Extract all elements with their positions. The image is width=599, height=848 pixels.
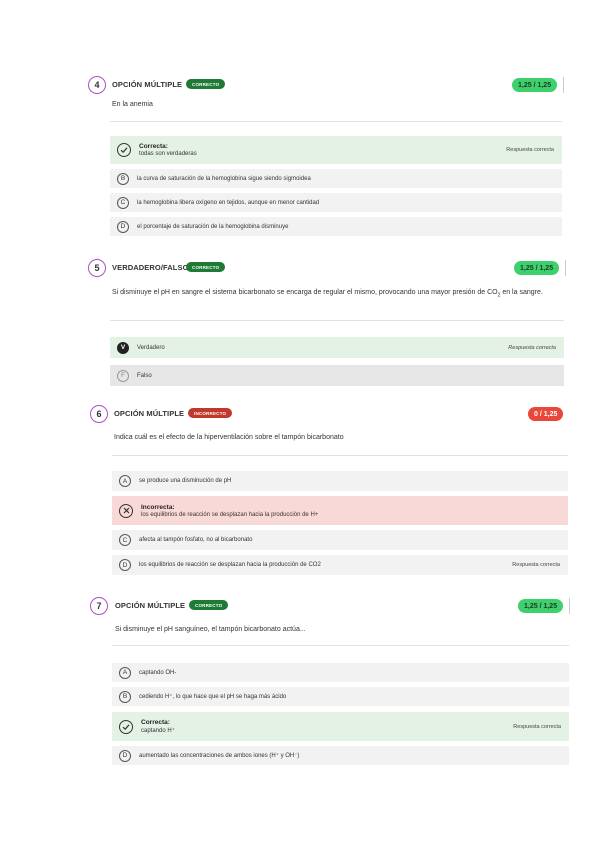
answer-option[interactable]: C la hemoglobina libera oxígeno en tejid… — [110, 193, 562, 212]
option-letter: C — [117, 196, 129, 209]
option-letter: D — [117, 220, 129, 233]
divider — [110, 320, 564, 321]
question-text: Indica cuál es el efecto de la hipervent… — [114, 434, 344, 441]
score-pill: 1,25 / 1,25 — [518, 599, 564, 613]
correct-answer-note: Respuesta correcta — [506, 147, 554, 153]
answer-option[interactable]: C afecta al tampón fosfato, no al bicarb… — [112, 530, 568, 550]
answer-label: se produce una disminución de pH — [139, 478, 232, 484]
question-text: Si disminuye el pH en sangre el sistema … — [112, 289, 543, 299]
question-number: 7 — [90, 597, 108, 615]
answer-option-correct[interactable]: V Verdadero Respuesta correcta — [110, 337, 564, 358]
answer-label: Falso — [137, 372, 152, 379]
question-number: 5 — [88, 259, 106, 277]
correct-answer-note: Respuesta correcta — [512, 562, 560, 568]
answer-option-correct[interactable]: Correcta: todas son verdaderas Respuesta… — [110, 136, 562, 164]
answer-label: todas son verdaderas — [139, 151, 197, 157]
answer-label: los equilibrios de reacción se desplazan… — [139, 562, 321, 568]
divider — [563, 77, 564, 93]
answer-option[interactable]: D el porcentaje de saturación de la hemo… — [110, 217, 562, 236]
question-type: VERDADERO/FALSO — [112, 263, 189, 272]
answer-option-incorrect[interactable]: Incorrecta: los equilibrios de reacción … — [112, 496, 568, 525]
divider — [112, 645, 569, 646]
answer-label: captando OH- — [139, 669, 177, 676]
question-text: En la anemia — [112, 101, 153, 108]
x-circle-icon — [119, 503, 133, 518]
answer-option-correct[interactable]: Correcta: captando H⁺ Respuesta correcta — [112, 712, 569, 741]
status-badge: INCORRECTO — [188, 408, 233, 418]
check-circle-icon — [117, 143, 131, 157]
option-letter: A — [119, 475, 131, 487]
answer-label: captando H⁺ — [141, 728, 175, 734]
divider — [565, 260, 566, 276]
answer-label: Verdadero — [137, 344, 165, 351]
answer-label: el porcentaje de saturación de la hemogl… — [137, 223, 289, 230]
check-circle-icon — [119, 719, 133, 734]
option-letter: C — [119, 534, 131, 546]
answer-option[interactable]: B la curva de saturación de la hemoglobi… — [110, 169, 562, 188]
divider — [112, 455, 568, 456]
answer-head: Incorrecta: — [141, 503, 175, 511]
answer-label: afecta al tampón fosfato, no al bicarbon… — [139, 537, 253, 543]
score-pill: 0 / 1,25 — [528, 407, 564, 421]
answer-option[interactable]: B cediendo H⁺, lo que hace que el pH se … — [112, 687, 569, 706]
option-letter: D — [119, 559, 131, 571]
answer-option[interactable]: A se produce una disminución de pH — [112, 471, 568, 491]
divider — [569, 598, 570, 614]
answer-head: Correcta: — [141, 719, 170, 726]
question-type: OPCIÓN MÚLTIPLE — [115, 601, 186, 610]
status-badge: CORRECTO — [186, 262, 226, 272]
divider — [110, 121, 562, 122]
answer-label: aumentado las concentraciones de ambos i… — [139, 753, 300, 759]
question-text: Si disminuye el pH sanguíneo, el tampón … — [115, 626, 306, 633]
option-letter: V — [117, 341, 129, 354]
option-letter: D — [119, 749, 131, 762]
score-pill: 1,25 / 1,25 — [512, 78, 558, 92]
status-badge: CORRECTO — [189, 600, 229, 610]
question-type: OPCIÓN MÚLTIPLE — [112, 80, 183, 89]
correct-answer-note: Respuesta correcta — [508, 344, 556, 351]
option-letter: A — [119, 666, 131, 679]
question-number: 6 — [90, 405, 108, 423]
answer-label: la hemoglobina libera oxígeno en tejidos… — [137, 199, 320, 206]
answer-head: Correcta: — [139, 143, 168, 150]
option-letter: B — [117, 172, 129, 185]
answer-label: la curva de saturación de la hemoglobina… — [137, 175, 311, 182]
score-pill: 1,25 / 1,25 — [514, 261, 560, 275]
question-number: 4 — [88, 76, 106, 94]
answer-label: cediendo H⁺, lo que hace que el pH se ha… — [139, 694, 287, 700]
correct-answer-note: Respuesta correcta — [513, 723, 561, 730]
answer-option[interactable]: D los equilibrios de reacción se desplaz… — [112, 555, 568, 575]
option-letter: B — [119, 690, 131, 703]
option-letter: F — [117, 369, 129, 382]
status-badge: CORRECTO — [186, 79, 226, 89]
question-type: OPCIÓN MÚLTIPLE — [114, 409, 185, 418]
answer-option[interactable]: D aumentado las concentraciones de ambos… — [112, 746, 569, 765]
answer-label: los equilibrios de reacción se desplazan… — [141, 511, 319, 518]
answer-option[interactable]: F Falso — [110, 365, 564, 386]
answer-option[interactable]: A captando OH- — [112, 663, 569, 682]
